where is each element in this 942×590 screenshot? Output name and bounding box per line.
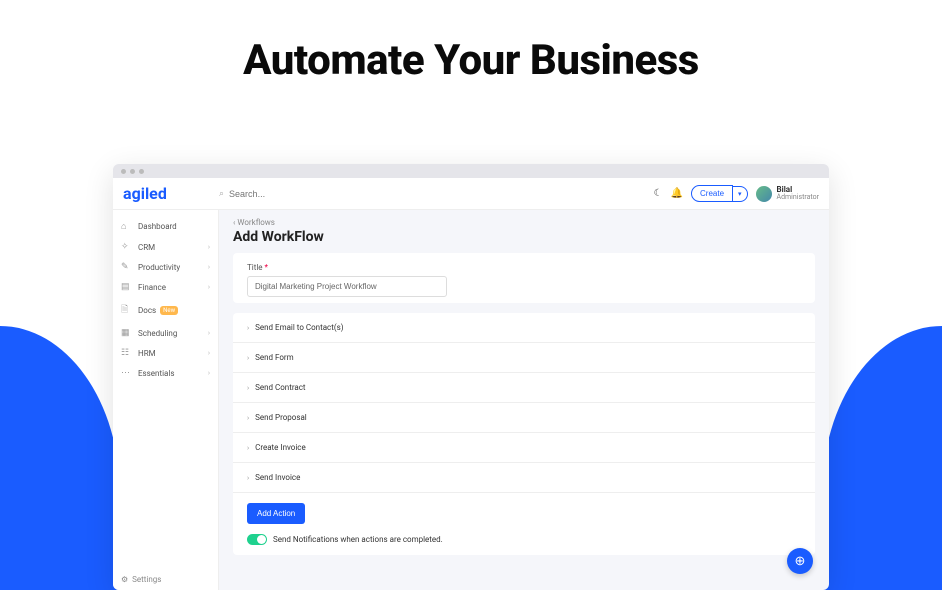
action-label: Send Email to Contact(s) [255,323,343,332]
action-row[interactable]: › Send Contract [233,373,815,403]
decorative-bg-right [822,326,942,590]
main-content: ‹ Workflows Add WorkFlow Title * › Send … [219,210,829,590]
sidebar-item-label: Essentials [138,369,174,378]
chevron-right-icon: › [247,384,249,392]
sidebar-item-finance[interactable]: ▤ Finance › [113,277,218,297]
decorative-bg-left [0,326,120,590]
docs-icon: 🗎 [121,302,133,318]
sidebar-item-label: Docs [138,306,156,315]
create-button[interactable]: Create [691,185,733,202]
sidebar: ⌂ Dashboard ✧ CRM › ✎ Productivity › ▤ F… [113,210,219,590]
sidebar-item-label: Dashboard [138,222,177,231]
productivity-icon: ✎ [121,262,133,272]
title-label: Title * [247,263,801,272]
create-button-group: Create ▾ [691,185,748,202]
sidebar-item-essentials[interactable]: ⋯ Essentials › [113,363,218,383]
search-input[interactable] [229,189,349,199]
window-dot [130,169,135,174]
chevron-right-icon: › [247,414,249,422]
action-row[interactable]: › Send Invoice [233,463,815,493]
sidebar-item-label: CRM [138,243,155,252]
add-action-button[interactable]: Add Action [247,503,305,524]
chevron-right-icon: › [247,354,249,362]
finance-icon: ▤ [121,282,133,292]
chevron-right-icon: › [208,369,210,377]
sidebar-item-dashboard[interactable]: ⌂ Dashboard [113,216,218,237]
user-role: Administrator [777,194,819,201]
action-row[interactable]: › Send Form [233,343,815,373]
search-icon: ⌕ [219,189,224,199]
notify-toggle[interactable] [247,534,267,545]
chevron-right-icon: › [247,474,249,482]
action-row[interactable]: › Send Proposal [233,403,815,433]
sidebar-item-crm[interactable]: ✧ CRM › [113,237,218,257]
window-dot [139,169,144,174]
notifications-icon[interactable]: 🔔 [671,188,683,199]
action-label: Send Invoice [255,473,300,482]
chevron-right-icon: › [208,349,210,357]
title-card: Title * [233,253,815,303]
sidebar-item-productivity[interactable]: ✎ Productivity › [113,257,218,277]
page-title: Add WorkFlow [233,229,815,245]
dark-mode-icon[interactable]: ☾ [654,188,663,199]
sidebar-settings[interactable]: ⚙ Settings [121,575,161,584]
sidebar-item-label: Finance [138,283,166,292]
chevron-right-icon: › [208,263,210,271]
actions-card: › Send Email to Contact(s) › Send Form ›… [233,313,815,555]
action-label: Send Contract [255,383,305,392]
chevron-right-icon: › [208,243,210,251]
hero-title: Automate Your Business [0,36,942,85]
scheduling-icon: ▦ [121,328,133,338]
essentials-icon: ⋯ [121,368,133,378]
user-menu[interactable]: Bilal Administrator [756,186,819,202]
help-fab[interactable]: ⊕ [787,548,813,574]
action-label: Send Proposal [255,413,307,422]
sidebar-item-hrm[interactable]: ☷ HRM › [113,343,218,363]
sidebar-item-label: Scheduling [138,329,177,338]
crm-icon: ✧ [121,242,133,252]
notify-label: Send Notifications when actions are comp… [273,535,443,544]
notify-row: Send Notifications when actions are comp… [233,530,815,555]
window-dot [121,169,126,174]
action-row[interactable]: › Create Invoice [233,433,815,463]
browser-chrome [113,164,829,178]
chevron-right-icon: › [208,329,210,337]
breadcrumb[interactable]: ‹ Workflows [233,218,815,227]
chevron-right-icon: › [208,283,210,291]
chevron-right-icon: › [247,324,249,332]
sidebar-item-docs[interactable]: 🗎 Docs New [113,297,218,323]
hrm-icon: ☷ [121,348,133,358]
gear-icon: ⚙ [121,575,128,584]
app-window: agiled ⌕ ☾ 🔔 Create ▾ Bilal Administrato… [113,164,829,590]
avatar [756,186,772,202]
home-icon: ⌂ [121,221,133,232]
app-header: agiled ⌕ ☾ 🔔 Create ▾ Bilal Administrato… [113,178,829,210]
create-dropdown-caret[interactable]: ▾ [733,186,748,202]
logo[interactable]: agiled [123,184,219,203]
sidebar-item-label: HRM [138,349,156,358]
sidebar-item-label: Productivity [138,263,180,272]
action-label: Send Form [255,353,294,362]
action-row[interactable]: › Send Email to Contact(s) [233,313,815,343]
chevron-right-icon: › [247,444,249,452]
workflow-title-input[interactable] [247,276,447,297]
search-wrap[interactable]: ⌕ [219,189,654,199]
sidebar-settings-label: Settings [132,575,161,584]
sidebar-item-scheduling[interactable]: ▦ Scheduling › [113,323,218,343]
action-label: Create Invoice [255,443,306,452]
lifebuoy-icon: ⊕ [795,554,806,569]
new-badge: New [160,306,178,315]
